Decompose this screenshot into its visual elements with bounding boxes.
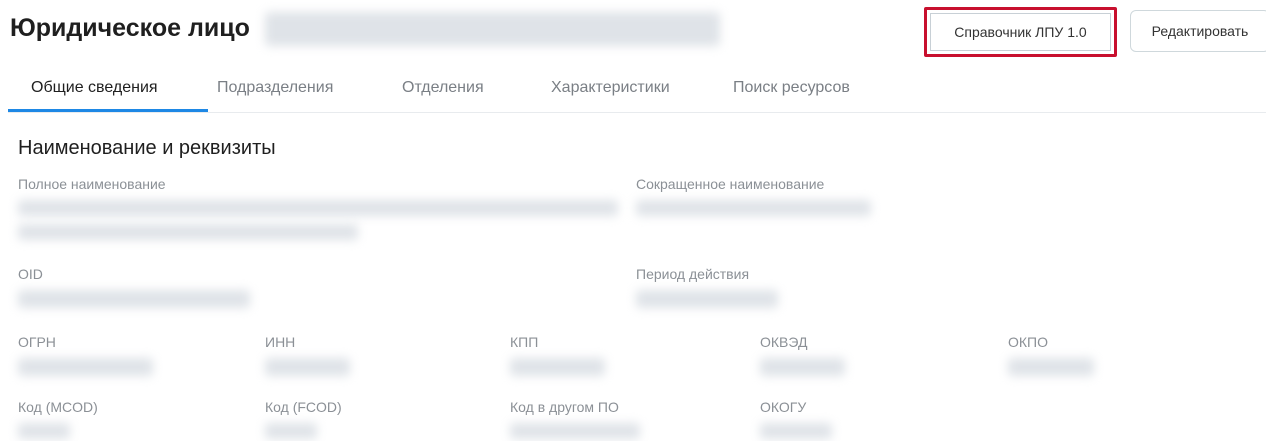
okogu-label: ОКОГУ (760, 399, 807, 415)
kpp-label: КПП (510, 334, 539, 350)
tab-characteristics[interactable]: Характеристики (551, 64, 670, 112)
full-name-value-line2 (18, 224, 358, 240)
active-tab-indicator (8, 109, 208, 112)
inn-label: ИНН (265, 334, 296, 350)
okpo-value (1008, 358, 1094, 376)
section-title: Наименование и реквизиты (18, 137, 276, 159)
tab-bar: Общие сведения Подразделения Отделения Х… (8, 64, 1266, 113)
tab-general[interactable]: Общие сведения (31, 64, 158, 112)
full-name-label: Полное наименование (18, 176, 166, 192)
redacted-org-name (265, 12, 720, 46)
other-code-value (510, 423, 640, 439)
okved-label: ОКВЭД (760, 334, 808, 350)
okved-value (760, 358, 845, 376)
tab-departments[interactable]: Отделения (402, 64, 484, 112)
mcod-value (18, 423, 70, 439)
short-name-value (636, 200, 871, 216)
ogrn-label: ОГРН (18, 334, 56, 350)
other-code-label: Код в другом ПО (510, 399, 619, 415)
inn-value (265, 358, 350, 376)
tab-subdivisions[interactable]: Подразделения (217, 64, 333, 112)
full-name-value (18, 200, 618, 216)
fcod-label: Код (FCOD) (265, 399, 342, 415)
edit-button[interactable]: Редактировать (1130, 10, 1266, 52)
page-title: Юридическое лицо (10, 14, 250, 42)
oid-label: OID (18, 266, 43, 282)
period-value (636, 290, 778, 308)
reference-lpu-button[interactable]: Справочник ЛПУ 1.0 (924, 7, 1117, 57)
ogrn-value (18, 358, 153, 376)
okpo-label: ОКПО (1008, 334, 1048, 350)
period-label: Период действия (636, 266, 750, 282)
mcod-label: Код (MCOD) (18, 399, 98, 415)
kpp-value (510, 358, 605, 376)
short-name-label: Сокращенное наименование (636, 176, 825, 192)
tab-resource-search[interactable]: Поиск ресурсов (733, 64, 850, 112)
oid-value (18, 290, 250, 308)
okogu-value (760, 423, 832, 439)
fcod-value (265, 423, 317, 439)
